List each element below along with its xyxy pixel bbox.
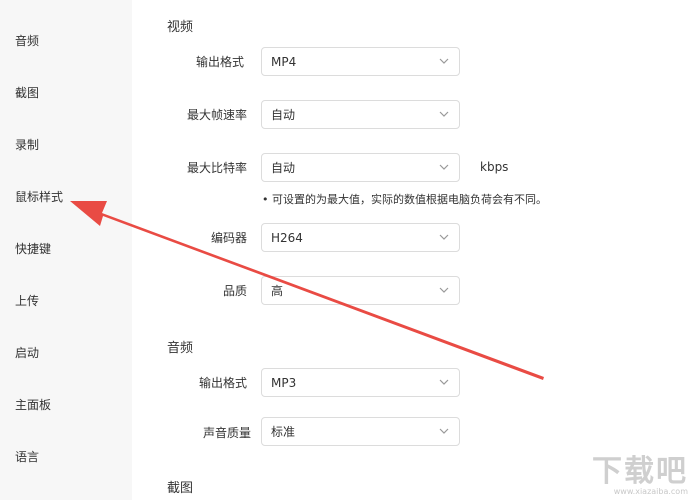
sidebar-item-cursor-style[interactable]: 鼠标样式	[15, 189, 63, 205]
video-max-fps-label: 最大帧速率	[186, 108, 247, 122]
watermark-url: www.xiazaiba.com	[613, 487, 688, 496]
audio-sound-quality-label: 声音质量	[202, 426, 251, 440]
sidebar-item-upload[interactable]: 上传	[15, 293, 39, 309]
video-max-bitrate-label: 最大比特率	[186, 161, 247, 175]
chevron-down-icon	[439, 287, 449, 293]
chevron-down-icon	[439, 428, 449, 434]
chevron-down-icon	[439, 111, 449, 117]
video-encoder-select[interactable]: H264	[261, 223, 460, 252]
audio-section-title: 音频	[167, 341, 194, 356]
chevron-down-icon	[439, 58, 449, 64]
audio-sound-quality-select[interactable]: 标准	[261, 417, 460, 446]
sidebar-item-screenshot[interactable]: 截图	[15, 85, 39, 101]
video-max-fps-value: 自动	[271, 108, 296, 122]
watermark-logo-text: 下载吧	[592, 454, 688, 489]
video-output-format-label: 输出格式	[195, 55, 244, 69]
video-section-title: 视频	[167, 20, 194, 35]
video-output-format-select[interactable]: MP4	[261, 47, 460, 76]
sidebar-item-main-panel[interactable]: 主面板	[15, 397, 51, 413]
sidebar-item-language[interactable]: 语言	[15, 449, 39, 465]
bitrate-note: • 可设置的为最大值，实际的数值根据电脑负荷会有不同。	[262, 193, 547, 206]
video-max-fps-select[interactable]: 自动	[261, 100, 460, 129]
watermark: 下载吧 www.xiazaiba.com	[562, 446, 692, 496]
video-quality-value: 高	[271, 284, 284, 298]
bitrate-unit: kbps	[480, 160, 509, 174]
video-output-format-value: MP4	[271, 55, 297, 69]
chevron-down-icon	[439, 379, 449, 385]
audio-output-format-label: 输出格式	[198, 376, 247, 390]
screenshot-section-title: 截图	[167, 481, 194, 496]
sidebar-item-audio[interactable]: 音频	[15, 33, 39, 49]
chevron-down-icon	[439, 234, 449, 240]
video-quality-select[interactable]: 高	[261, 276, 460, 305]
sidebar-item-startup[interactable]: 启动	[15, 345, 39, 361]
video-max-bitrate-value: 自动	[271, 161, 296, 175]
sidebar-item-record[interactable]: 录制	[15, 137, 39, 153]
audio-sound-quality-value: 标准	[271, 425, 296, 439]
settings-sidebar: 音频 截图 录制 鼠标样式 快捷键 上传 启动 主面板 语言	[0, 0, 132, 500]
sidebar-item-hotkeys[interactable]: 快捷键	[15, 241, 51, 257]
video-max-bitrate-select[interactable]: 自动	[261, 153, 460, 182]
video-quality-label: 品质	[222, 284, 247, 298]
video-encoder-value: H264	[271, 231, 303, 245]
chevron-down-icon	[439, 164, 449, 170]
audio-output-format-value: MP3	[271, 376, 297, 390]
audio-output-format-select[interactable]: MP3	[261, 368, 460, 397]
video-encoder-label: 编码器	[210, 231, 247, 245]
